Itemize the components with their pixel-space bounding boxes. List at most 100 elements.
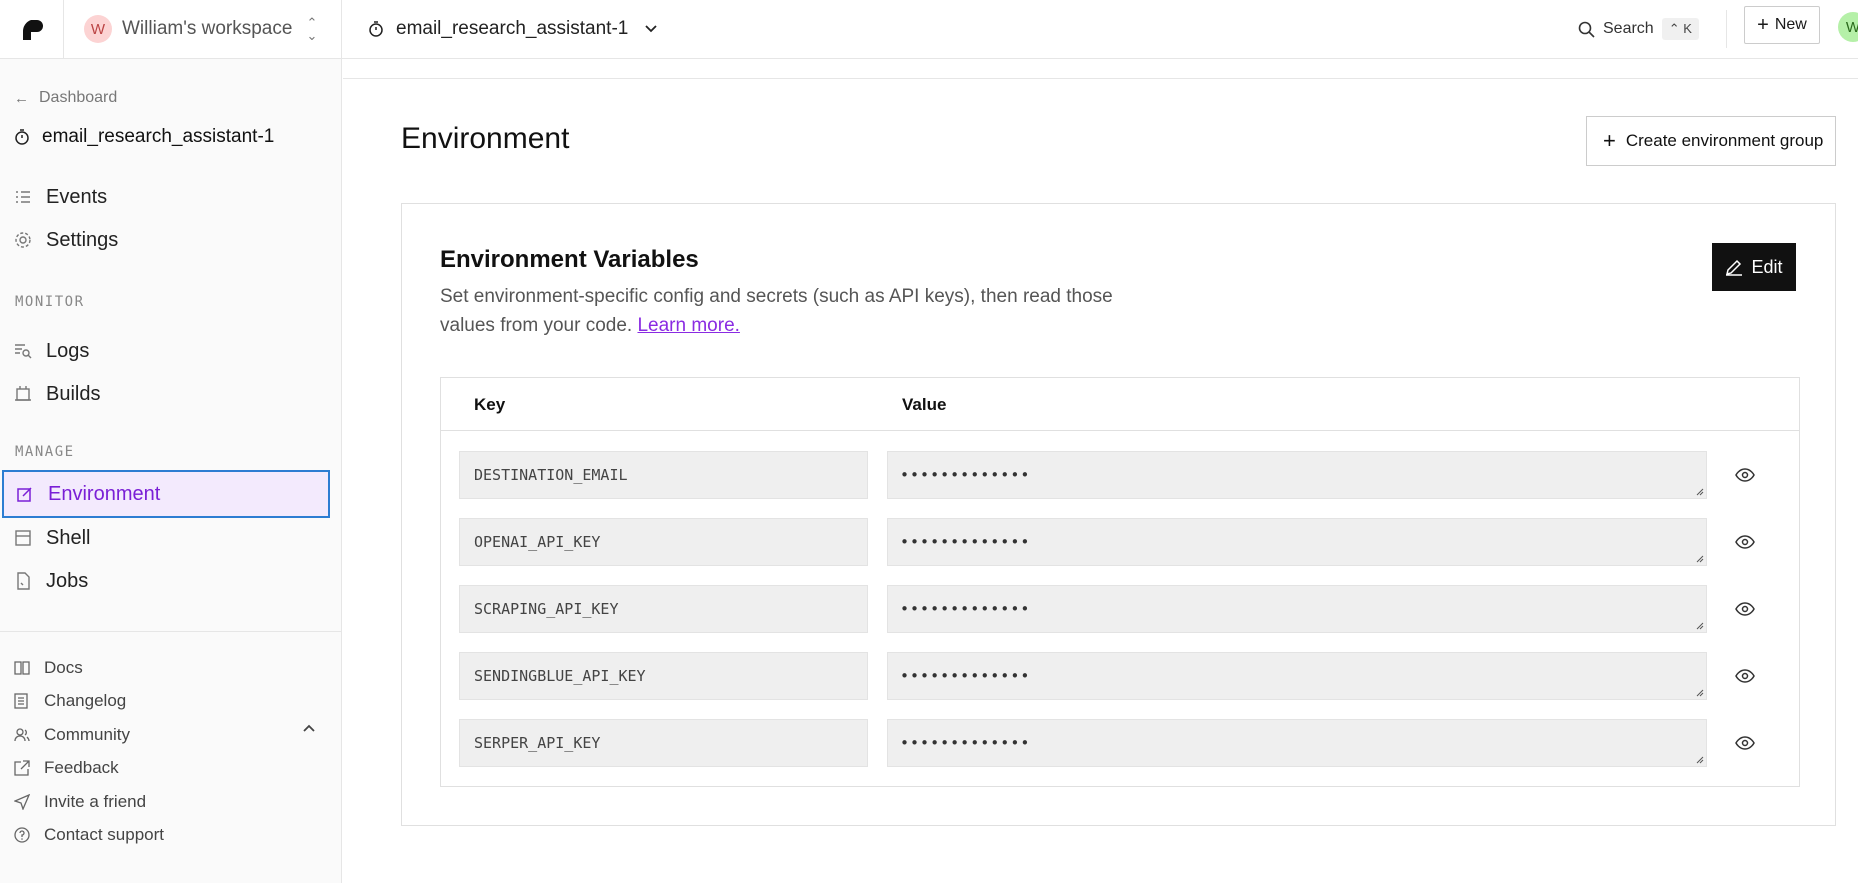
sidebar-item-docs[interactable]: Docs — [14, 654, 83, 682]
stopwatch-icon — [15, 129, 29, 145]
sidebar-item-label: Logs — [46, 339, 90, 362]
chevron-up-icon[interactable] — [302, 720, 316, 736]
book-icon — [14, 660, 30, 676]
eye-icon[interactable] — [1734, 665, 1756, 687]
send-icon — [14, 794, 30, 810]
eye-icon[interactable] — [1734, 732, 1756, 754]
eye-icon[interactable] — [1734, 531, 1756, 553]
page-title: Environment — [401, 122, 570, 155]
sidebar-item-community[interactable]: Community — [14, 721, 130, 749]
env-key-field[interactable]: DESTINATION_EMAIL — [459, 451, 868, 499]
masked-value: ••••••••••••• — [900, 600, 1031, 618]
arrow-left-icon: ← — [14, 89, 29, 107]
section-heading-manage: MANAGE — [15, 444, 75, 460]
back-to-dashboard[interactable]: ← Dashboard — [14, 89, 117, 107]
eye-icon[interactable] — [1734, 464, 1756, 486]
plus-icon: + — [1757, 14, 1769, 36]
env-value-field[interactable]: ••••••••••••• — [887, 719, 1707, 767]
footer-item-label: Contact support — [44, 825, 165, 844]
updown-chevron-icon: ⌃ ⌄ — [306, 15, 318, 43]
resize-handle-icon[interactable] — [1695, 688, 1704, 697]
environment-variables-card: Environment Variables Set environment-sp… — [401, 203, 1836, 826]
masked-value: ••••••••••••• — [900, 533, 1031, 551]
chevron-down-icon — [645, 25, 657, 33]
eye-icon[interactable] — [1734, 598, 1756, 620]
user-avatar[interactable]: W — [1838, 12, 1858, 42]
sidebar-item-changelog[interactable]: Changelog — [14, 687, 126, 715]
divider — [1726, 10, 1727, 48]
table-row: DESTINATION_EMAIL ••••••••••••• — [441, 451, 1799, 501]
footer-item-label: Docs — [44, 658, 83, 677]
sidebar-item-environment[interactable]: Environment — [2, 470, 330, 518]
sidebar-item-logs[interactable]: Logs — [14, 331, 89, 371]
sidebar-service-name: email_research_assistant-1 — [14, 126, 274, 148]
search-button[interactable]: Search ⌃ K — [1578, 14, 1699, 44]
sidebar-item-shell[interactable]: Shell — [14, 518, 90, 558]
env-value-field[interactable]: ••••••••••••• — [887, 652, 1707, 700]
learn-more-link[interactable]: Learn more. — [637, 315, 739, 336]
workspace-switcher[interactable]: W William's workspace ⌃ ⌄ — [64, 0, 342, 58]
plus-icon: + — [1603, 128, 1616, 153]
card-description: Set environment-specific config and secr… — [440, 282, 1120, 340]
table-row: SENDINGBLUE_API_KEY ••••••••••••• — [441, 652, 1799, 702]
description-text: Set environment-specific config and secr… — [440, 286, 1113, 336]
edit-button[interactable]: Edit — [1712, 243, 1796, 291]
footer-item-label: Feedback — [44, 758, 119, 777]
service-name-label: email_research_assistant-1 — [42, 126, 275, 147]
changelog-icon — [14, 693, 30, 709]
sidebar-item-settings[interactable]: Settings — [14, 220, 118, 260]
sidebar-item-feedback[interactable]: Feedback — [14, 754, 119, 782]
builds-icon — [14, 385, 32, 403]
search-icon — [1578, 21, 1595, 38]
stopwatch-icon — [369, 21, 383, 37]
footer-item-label: Community — [44, 725, 130, 744]
sidebar-item-contact-support[interactable]: Contact support — [14, 821, 164, 849]
service-switcher[interactable]: email_research_assistant-1 — [368, 0, 670, 58]
sidebar-item-label: Jobs — [46, 569, 89, 592]
workspace-name: William's workspace — [122, 18, 293, 39]
sidebar-item-events[interactable]: Events — [14, 177, 107, 217]
create-environment-group-button[interactable]: + Create environment group — [1586, 116, 1836, 166]
resize-handle-icon[interactable] — [1695, 755, 1704, 764]
render-logo-icon — [22, 20, 43, 40]
new-label: New — [1774, 16, 1807, 33]
edit-label: Edit — [1751, 256, 1783, 277]
shell-icon — [14, 529, 32, 547]
community-icon — [14, 727, 30, 743]
sidebar-item-label: Builds — [46, 382, 101, 405]
back-label: Dashboard — [39, 89, 118, 106]
env-value-field[interactable]: ••••••••••••• — [887, 518, 1707, 566]
masked-value: ••••••••••••• — [900, 734, 1031, 752]
sidebar: ← Dashboard email_research_assistant-1 E… — [0, 59, 342, 883]
new-button[interactable]: + New — [1744, 6, 1820, 44]
workspace-avatar: W — [84, 15, 112, 43]
env-value-field[interactable]: ••••••••••••• — [887, 451, 1707, 499]
sidebar-item-invite[interactable]: Invite a friend — [14, 788, 146, 816]
create-group-label: Create environment group — [1625, 131, 1824, 150]
top-bar: W William's workspace ⌃ ⌄ email_research_… — [0, 0, 1858, 59]
jobs-icon — [14, 572, 32, 590]
masked-value: ••••••••••••• — [900, 466, 1031, 484]
resize-handle-icon[interactable] — [1695, 621, 1704, 630]
env-key-field[interactable]: SCRAPING_API_KEY — [459, 585, 868, 633]
table-row: SCRAPING_API_KEY ••••••••••••• — [441, 585, 1799, 635]
environment-icon — [16, 485, 34, 503]
gear-icon — [14, 231, 32, 249]
search-shortcut: ⌃ K — [1661, 18, 1699, 40]
search-label: Search — [1603, 20, 1654, 37]
env-value-field[interactable]: ••••••••••••• — [887, 585, 1707, 633]
sidebar-item-label: Events — [46, 185, 108, 208]
resize-handle-icon[interactable] — [1695, 487, 1704, 496]
env-vars-table: Key Value DESTINATION_EMAIL ••••••••••••… — [440, 377, 1800, 787]
env-key-field[interactable]: SERPER_API_KEY — [459, 719, 868, 767]
logo[interactable] — [0, 0, 64, 58]
section-heading-monitor: MONITOR — [15, 294, 85, 310]
service-name: email_research_assistant-1 — [396, 18, 629, 39]
env-key-field[interactable]: OPENAI_API_KEY — [459, 518, 868, 566]
help-icon — [14, 827, 30, 843]
sidebar-item-jobs[interactable]: Jobs — [14, 561, 88, 601]
sidebar-item-label: Shell — [46, 526, 91, 549]
sidebar-item-builds[interactable]: Builds — [14, 374, 100, 414]
resize-handle-icon[interactable] — [1695, 554, 1704, 563]
env-key-field[interactable]: SENDINGBLUE_API_KEY — [459, 652, 868, 700]
